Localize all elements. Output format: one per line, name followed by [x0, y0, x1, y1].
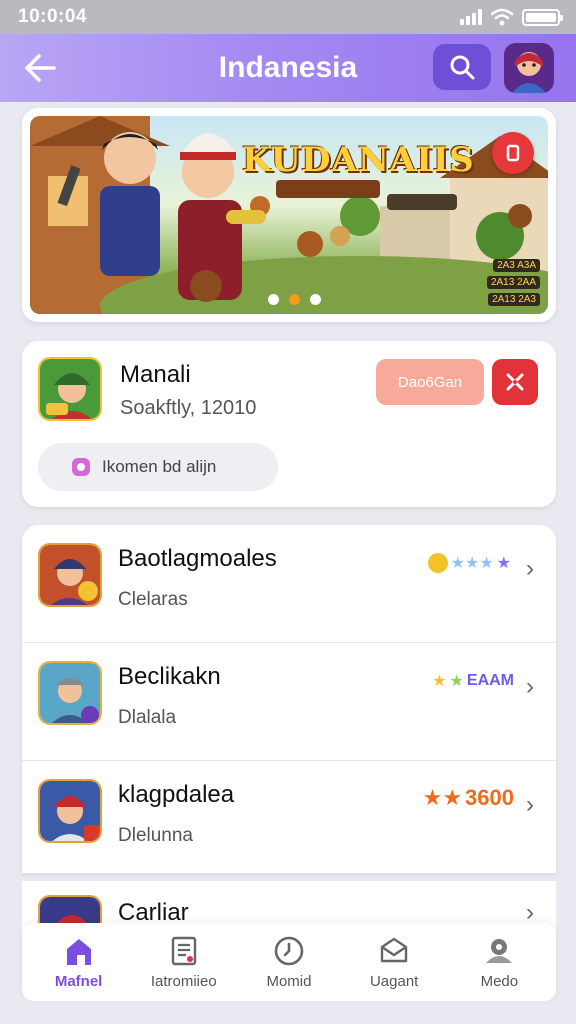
- banner-stat: 2A13 2A3: [488, 293, 540, 306]
- wifi-icon: [490, 8, 514, 26]
- document-icon: [171, 936, 196, 965]
- chip-label: Ikomen bd alijn: [102, 457, 217, 476]
- search-button[interactable]: [433, 44, 491, 90]
- banner-stat: 2A3 A3A: [493, 259, 540, 272]
- list-item-name: klagpdalea: [118, 781, 235, 808]
- avatar-character-icon: [504, 43, 554, 93]
- nav-label: Iatromiieo: [150, 972, 217, 990]
- search-icon: [450, 55, 475, 80]
- chevron-right-icon: ›: [526, 555, 534, 582]
- list-item-rating: ★ ★ EAAM: [432, 671, 514, 691]
- chevron-right-icon: ›: [526, 673, 534, 700]
- carousel-dots: [268, 294, 321, 305]
- category-chip[interactable]: Ikomen bd alijn: [38, 443, 278, 491]
- carousel-dot[interactable]: [310, 294, 321, 305]
- share-button[interactable]: [492, 359, 538, 405]
- arrow-left-icon: [25, 54, 56, 82]
- star-icon: ★: [449, 673, 464, 690]
- list-item-name: Beclikakn: [118, 663, 221, 690]
- app-list: Baotlagmoales Clelaras ★★★ ★ › Beclikakn…: [22, 525, 556, 873]
- featured-app-card: Manali Soakftly, 12010 Dao6Gan Ikomen bd…: [22, 341, 556, 507]
- list-item-rating-text: EAAM: [466, 672, 514, 689]
- carousel-dot-active[interactable]: [289, 294, 300, 305]
- list-item[interactable]: klagpdalea Dlelunna ★★ 3600 ›: [22, 761, 556, 873]
- app-header: Indanesia: [0, 34, 576, 102]
- featured-app-icon[interactable]: [38, 357, 102, 421]
- nav-item-home[interactable]: Mafnel: [29, 935, 129, 990]
- back-button[interactable]: [20, 50, 60, 86]
- banner-stats: 2A3 A3A 2A13 2AA 2A13 2A3: [486, 259, 540, 306]
- banner-title: KUDANAIIS: [242, 140, 475, 180]
- nav-label: Momid: [266, 972, 312, 990]
- star-icon: ★: [432, 673, 447, 690]
- nav-item-profile[interactable]: Medo: [449, 935, 549, 990]
- list-item-subtitle: Dlelunna: [118, 825, 193, 846]
- chevron-right-icon: ›: [526, 791, 534, 818]
- nav-item-documents[interactable]: Iatromiieo: [134, 935, 234, 990]
- banner-pill: [387, 194, 457, 210]
- bottom-nav: Mafnel Iatromiieo Momid Uagant Medo: [22, 923, 556, 1001]
- list-item[interactable]: Baotlagmoales Clelaras ★★★ ★ ›: [22, 525, 556, 643]
- status-bar: 10:0:04: [0, 0, 576, 34]
- carousel-dot[interactable]: [268, 294, 279, 305]
- profile-icon: [486, 938, 513, 963]
- list-item[interactable]: Beclikakn Dlalala ★ ★ EAAM ›: [22, 643, 556, 761]
- list-item-icon: [38, 779, 102, 843]
- signal-icon: [460, 9, 482, 25]
- star-icon: ★★★: [450, 555, 494, 572]
- list-item-rating: ★★★ ★: [427, 553, 514, 573]
- scissors-icon: [506, 373, 524, 391]
- banner-card: KUDANAIIS 2A3 A3A 2A13 2AA 2A13 2A3: [22, 108, 556, 322]
- nav-item-box[interactable]: Uagant: [344, 935, 444, 990]
- game-character-icon: [40, 545, 100, 605]
- game-character-icon: [40, 781, 100, 841]
- featured-app-subtitle: Soakftly, 12010: [120, 397, 257, 419]
- nav-label: Uagant: [369, 972, 419, 990]
- list-item-icon: [38, 661, 102, 725]
- list-item-icon: [38, 543, 102, 607]
- box-icon: [380, 937, 408, 962]
- nav-label: Medo: [480, 972, 519, 990]
- promo-banner[interactable]: KUDANAIIS 2A3 A3A 2A13 2AA 2A13 2A3: [30, 116, 548, 314]
- star-icon: ★★: [422, 785, 463, 810]
- list-item-subtitle: Clelaras: [118, 589, 188, 610]
- game-character-icon: [40, 359, 100, 419]
- clock-icon: [274, 936, 304, 965]
- download-button[interactable]: Dao6Gan: [376, 359, 484, 405]
- tag-icon: [72, 458, 90, 476]
- list-item-name: Baotlagmoales: [118, 545, 277, 572]
- status-time: 10:0:04: [18, 6, 87, 27]
- nav-label: Mafnel: [54, 972, 103, 990]
- featured-app-name: Manali: [120, 361, 191, 388]
- nav-item-clock[interactable]: Momid: [239, 935, 339, 990]
- banner-subtitle-badge: [276, 180, 380, 198]
- banner-close-button[interactable]: [492, 132, 534, 174]
- battery-icon: [522, 8, 563, 26]
- list-item-rating-text: 3600: [465, 785, 514, 810]
- list-item-rating: ★★ 3600: [423, 785, 514, 811]
- coin-icon: [427, 553, 448, 573]
- star-icon: ★: [496, 555, 511, 572]
- avatar[interactable]: [504, 43, 554, 93]
- status-icons: [460, 8, 563, 26]
- stop-icon: [506, 144, 520, 162]
- banner-stat: 2A13 2AA: [486, 276, 540, 289]
- list-item-subtitle: Dlalala: [118, 707, 177, 728]
- home-icon: [66, 938, 91, 965]
- game-character-icon: [40, 663, 100, 723]
